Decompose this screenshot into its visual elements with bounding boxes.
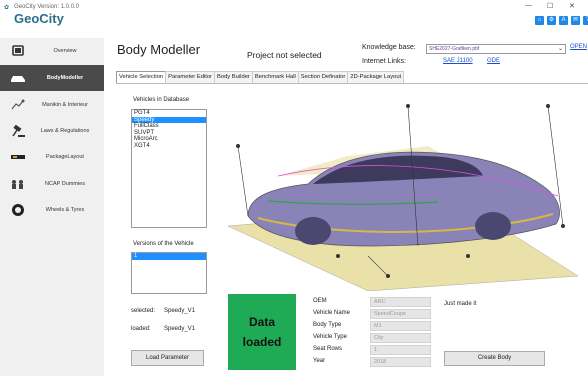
vehicle-list-item[interactable]: Speedy [132, 116, 206, 124]
oem-field-value: 2018 [370, 357, 431, 367]
manikin-icon [10, 99, 26, 112]
note-text: Just made it [444, 301, 477, 307]
font-icon[interactable]: A [559, 16, 568, 25]
app-logo: GeoCity [14, 11, 64, 26]
oem-field-label: Vehicle Type [313, 334, 347, 340]
sidebar-item-label: Overview [53, 48, 77, 54]
sidebar-item-packagelayout[interactable]: PackageLayout [0, 144, 104, 170]
home-icon[interactable]: ⌂ [535, 16, 544, 25]
internet-link-1[interactable]: SAE J1100 [443, 58, 473, 64]
app-small-logo-icon: ✿ [4, 5, 10, 11]
sidebar-item-ncap[interactable]: NCAP Dummies [0, 171, 104, 197]
package-layout-icon [10, 151, 26, 164]
vehicle-list-item[interactable]: SUVPT [132, 130, 206, 137]
version-text: GeoCity Version: 1.0.0.0 [14, 4, 80, 10]
oem-field-value: SpeedCoupe [370, 309, 431, 319]
minimize-button[interactable]: — [525, 2, 532, 9]
tab-bar: Vehicle Selection Parameter Editor Body … [116, 71, 405, 83]
knowledge-base-label: Knowledge base: [362, 44, 416, 51]
status-line1: Data [248, 315, 275, 329]
tab-divider [116, 83, 588, 84]
sidebar-item-label: BodyModeller [46, 75, 84, 81]
internet-link-2[interactable]: GDE [487, 58, 500, 64]
oem-field-value: City [370, 333, 431, 343]
help-icon[interactable]: ? [583, 16, 588, 25]
tab-section-definator[interactable]: Section Definator [297, 71, 349, 83]
tab-vehicle-selection[interactable]: Vehicle Selection [116, 71, 167, 83]
sidebar-item-label: Manikin & Interieur [42, 102, 88, 108]
vehicle-list-item[interactable]: FullClass [132, 123, 206, 130]
oem-field-label: Seat Rows [313, 346, 343, 352]
sidebar-item-wheels[interactable]: Wheels & Tyres [0, 197, 104, 223]
car-icon [10, 72, 26, 85]
vehicle-list-item[interactable]: MicroArc [132, 136, 206, 143]
tab-body-builder[interactable]: Body Builder [213, 71, 253, 83]
knowledge-base-select[interactable]: SHE2027-Grafiken.pbf ⌄ [426, 44, 566, 54]
versions-listbox[interactable]: 1 [131, 252, 207, 294]
loaded-value: Speedy_V1 [164, 326, 196, 332]
sidebar: Overview BodyModeller Manikin & Interieu… [0, 38, 104, 376]
gavel-icon [10, 125, 26, 138]
laptop-icon [10, 45, 26, 58]
top-icon-bar: ⌂ ⚙ A ✉ ? [535, 16, 588, 25]
sidebar-item-overview[interactable]: Overview [0, 38, 104, 64]
status-line2: loaded [242, 335, 282, 349]
knowledge-base-value: SHE2027-Grafiken.pbf [429, 46, 480, 52]
versions-label: Versions of the Vehicle [133, 241, 194, 247]
sidebar-item-laws[interactable]: Laws & Regulations [0, 118, 104, 144]
maximize-button[interactable]: ☐ [547, 2, 553, 10]
vehicles-listbox[interactable]: PGT4 Speedy FullClass SUVPT MicroArc XGT4 [131, 109, 207, 228]
settings-icon[interactable]: ⚙ [547, 16, 556, 25]
tab-parameter-editor[interactable]: Parameter Editor [165, 71, 215, 83]
tab-benchmark-hall[interactable]: Benchmark Hall [251, 71, 299, 83]
oem-field-label: Body Type [313, 322, 342, 328]
chevron-down-icon: ⌄ [557, 46, 563, 52]
load-parameter-button[interactable]: Load Parameter [131, 350, 204, 366]
oem-field-label: Year [313, 358, 326, 364]
open-link[interactable]: OPEN [570, 44, 587, 50]
vehicles-label: Vehicles in Database [133, 97, 190, 103]
sidebar-item-manikin[interactable]: Manikin & Interieur [0, 92, 104, 118]
title-bar: ✿ GeoCity Version: 1.0.0.0 [0, 0, 588, 14]
oem-field-value: M1 [370, 321, 431, 331]
oem-field-value: ARC [370, 297, 431, 307]
selected-value: Speedy_V1 [164, 308, 196, 314]
dummies-icon [10, 178, 26, 191]
vehicle-list-item[interactable]: PGT4 [132, 110, 206, 117]
oem-field-value: 1 [370, 345, 431, 355]
vehicle-list-item[interactable]: XGT4 [132, 143, 206, 150]
app-window: ✿ GeoCity Version: 1.0.0.0 — ☐ ✕ GeoCity… [0, 0, 588, 376]
sidebar-item-label: Wheels & Tyres [45, 207, 85, 213]
create-body-button[interactable]: Create Body [444, 351, 545, 366]
project-status: Project not selected [247, 50, 322, 60]
loaded-label: loaded: [131, 326, 151, 332]
close-button[interactable]: ✕ [569, 2, 575, 10]
oem-field-label: Vehicle Name [313, 310, 351, 316]
oem-field-label: OEM [313, 298, 327, 304]
sidebar-item-bodymodeller[interactable]: BodyModeller [0, 65, 104, 91]
sidebar-item-label: NCAP Dummies [45, 181, 85, 187]
car-3d-viewport[interactable] [218, 86, 588, 292]
internet-links-label: Internet Links: [362, 58, 406, 65]
selected-label: selected: [131, 308, 156, 314]
data-loaded-status: Data loaded [228, 294, 296, 370]
version-list-item[interactable]: 1 [132, 253, 206, 260]
mail-icon[interactable]: ✉ [571, 16, 580, 25]
wheel-icon [10, 204, 26, 217]
sidebar-item-label: Laws & Regulations [40, 128, 90, 134]
tab-2d-package-layout[interactable]: 2D-Package Layout [347, 71, 405, 83]
page-title: Body Modeller [117, 42, 201, 57]
sidebar-item-label: PackageLayout [46, 154, 84, 160]
